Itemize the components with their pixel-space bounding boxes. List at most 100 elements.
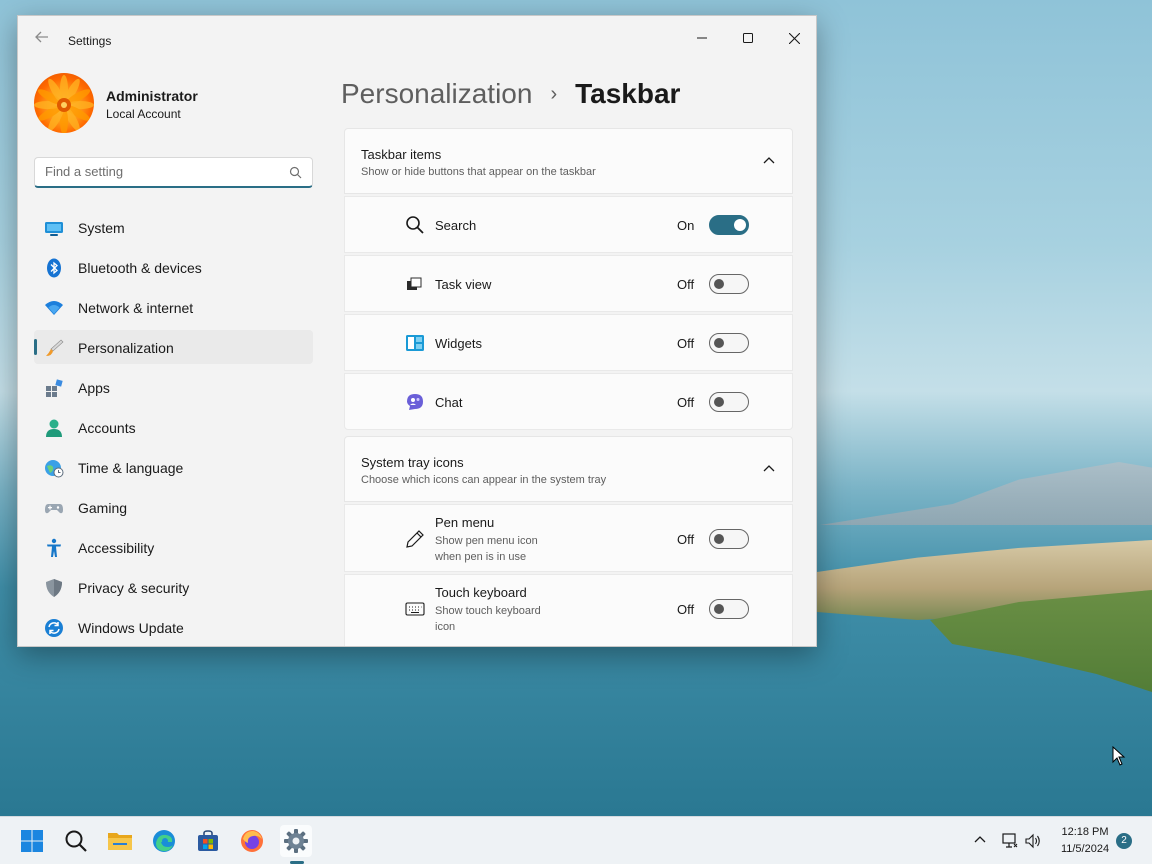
sidebar-item-label: Accounts: [78, 420, 136, 436]
sidebar-item-system[interactable]: System: [34, 210, 313, 244]
notification-badge[interactable]: 2: [1116, 833, 1132, 849]
chevron-up-icon[interactable]: [763, 155, 775, 167]
sidebar-item-label: Apps: [78, 380, 110, 396]
clock-date[interactable]: 11/5/2024: [1050, 843, 1120, 855]
minimize-button[interactable]: [679, 22, 725, 54]
volume-icon[interactable]: [1024, 832, 1042, 850]
chevron-up-icon[interactable]: [972, 832, 988, 848]
start-button[interactable]: [16, 825, 48, 857]
search-icon: [289, 166, 302, 179]
globe-clock-icon: [45, 460, 64, 478]
touch-keyboard-toggle[interactable]: [709, 599, 749, 619]
row-label: Pen menu: [435, 515, 495, 530]
section-title: Taskbar items: [361, 147, 442, 162]
widgets-toggle[interactable]: [709, 333, 749, 353]
back-arrow-icon[interactable]: [28, 30, 56, 52]
settings-content: Taskbar items Show or hide buttons that …: [344, 128, 793, 646]
taskbar-search-button[interactable]: [60, 825, 92, 857]
mouse-cursor-icon: [1112, 746, 1126, 766]
task-view-icon: [407, 277, 422, 290]
sidebar-item-label: Time & language: [78, 460, 184, 476]
store-icon: [198, 830, 218, 851]
sidebar-item-label: System: [78, 220, 125, 236]
sidebar-item-apps[interactable]: Apps: [34, 370, 313, 404]
row-label: Widgets: [435, 336, 482, 351]
maximize-icon: [743, 33, 753, 43]
toggle-state: Off: [677, 395, 695, 410]
pen-menu-toggle[interactable]: [709, 529, 749, 549]
sidebar-item-accessibility[interactable]: Accessibility: [34, 530, 313, 564]
firefox-icon: [241, 830, 263, 852]
title-bar: Settings: [18, 16, 816, 64]
settings-icon: [284, 829, 308, 853]
sidebar-item-label: Personalization: [78, 340, 174, 356]
pen-icon: [406, 530, 424, 548]
update-icon: [45, 619, 63, 637]
sidebar-item-label: Gaming: [78, 500, 128, 516]
toggle-state: Off: [677, 336, 695, 351]
network-icon[interactable]: [1000, 832, 1018, 850]
apps-icon: [46, 379, 63, 397]
toggle-state: Off: [677, 602, 695, 617]
taskbar-item-widgets: Widgets Off: [344, 314, 793, 371]
row-label: Search: [435, 218, 477, 233]
bluetooth-icon: [47, 258, 61, 278]
taskbar-item-chat: Chat Off: [344, 373, 793, 430]
sidebar-item-label: Bluetooth & devices: [78, 260, 202, 276]
section-subtitle: Choose which icons can appear in the sys…: [361, 474, 607, 486]
row-description-line1: Show touch keyboard: [435, 605, 541, 617]
sidebar-item-label: Accessibility: [78, 540, 155, 556]
shield-icon: [46, 579, 62, 597]
sidebar-item-time-language[interactable]: Time & language: [34, 450, 313, 484]
row-description-line1: Show pen menu icon: [435, 535, 538, 547]
taskbar-edge[interactable]: [148, 825, 180, 857]
taskbar-item-search: Search On: [344, 196, 793, 253]
wallpaper-hills: [820, 462, 1152, 525]
sidebar-item-privacy[interactable]: Privacy & security: [34, 570, 313, 604]
taskbar-items-header[interactable]: Taskbar items Show or hide buttons that …: [344, 128, 793, 194]
avatar[interactable]: [34, 73, 94, 133]
window-title: Settings: [68, 34, 112, 48]
chevron-up-icon[interactable]: [763, 463, 775, 475]
chat-toggle[interactable]: [709, 392, 749, 412]
brush-icon: [46, 339, 64, 356]
system-icon: [45, 222, 63, 236]
task-view-toggle[interactable]: [709, 274, 749, 294]
wifi-icon: [45, 301, 63, 315]
search-input[interactable]: [45, 164, 275, 179]
toggle-state: Off: [677, 277, 695, 292]
profile-account-type: Local Account: [106, 107, 181, 121]
taskbar-firefox[interactable]: [236, 825, 268, 857]
breadcrumb-parent[interactable]: Personalization: [341, 78, 532, 110]
row-label: Chat: [435, 395, 463, 410]
accounts-icon: [46, 419, 62, 437]
sidebar-item-windows-update[interactable]: Windows Update: [34, 610, 313, 644]
settings-window: Settings Administrator Local Account Fin…: [17, 15, 817, 647]
breadcrumb-separator: ›: [550, 82, 558, 105]
sidebar-nav: System Bluetooth & devices Network & int…: [34, 210, 313, 646]
close-button[interactable]: [771, 22, 816, 54]
toggle-state: On: [677, 218, 695, 233]
sidebar-item-accounts[interactable]: Accounts: [34, 410, 313, 444]
maximize-button[interactable]: [725, 22, 771, 54]
gamepad-icon: [45, 504, 63, 514]
start-icon: [21, 830, 43, 852]
system-tray-icons-header[interactable]: System tray icons Choose which icons can…: [344, 436, 793, 502]
taskbar-settings[interactable]: [280, 825, 312, 857]
sidebar-item-label: Windows Update: [78, 620, 184, 636]
search-box[interactable]: [34, 157, 313, 188]
row-label: Task view: [435, 277, 492, 292]
page-title: Taskbar: [575, 78, 681, 109]
taskbar-store[interactable]: [192, 825, 224, 857]
accessibility-icon: [47, 538, 61, 557]
taskbar-file-explorer[interactable]: [104, 825, 136, 857]
sidebar-item-network[interactable]: Network & internet: [34, 290, 313, 324]
taskbar-item-task-view: Task view Off: [344, 255, 793, 312]
edge-icon: [153, 830, 175, 852]
sidebar-item-gaming[interactable]: Gaming: [34, 490, 313, 524]
taskbar: 12:18 PM 11/5/2024 2: [0, 816, 1152, 864]
clock-time[interactable]: 12:18 PM: [1050, 826, 1120, 838]
sidebar-item-personalization[interactable]: Personalization: [34, 330, 313, 364]
sidebar-item-bluetooth[interactable]: Bluetooth & devices: [34, 250, 313, 284]
search-toggle[interactable]: [709, 215, 749, 235]
